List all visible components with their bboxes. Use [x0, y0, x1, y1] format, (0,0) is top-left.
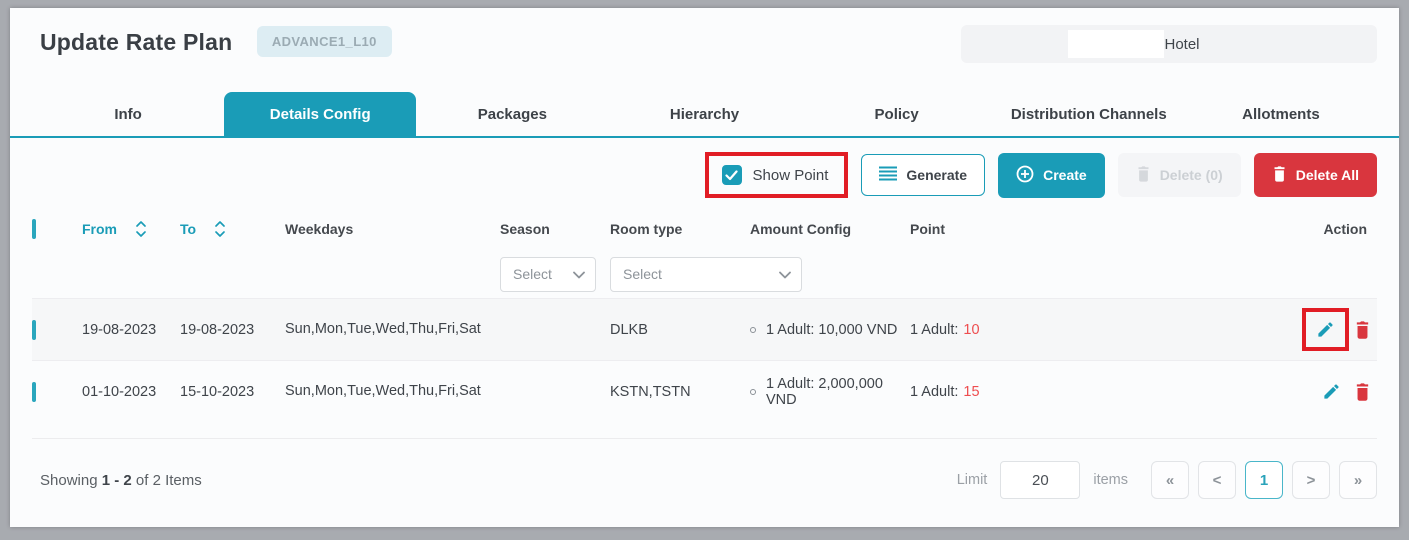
chevron-down-icon	[573, 266, 585, 282]
table-row: 19-08-2023 19-08-2023 Sun,Mon,Tue,Wed,Th…	[32, 298, 1377, 360]
page-header: Update Rate Plan ADVANCE1_L10 Hotel	[10, 8, 1399, 74]
from-date: 01-10-2023	[82, 384, 180, 400]
check-icon	[725, 170, 738, 181]
delete-row-button[interactable]	[1354, 382, 1371, 401]
pagination-controls: Limit items « < 1 > »	[957, 461, 1377, 499]
tab-policy[interactable]: Policy	[801, 92, 993, 136]
prev-page-button[interactable]: <	[1198, 461, 1236, 499]
to-date: 19-08-2023	[180, 322, 285, 338]
room-type-filter-placeholder: Select	[623, 266, 662, 282]
table-footer: Showing 1 - 2 of 2 Items Limit items « <…	[10, 439, 1399, 499]
pager: « < 1 > »	[1151, 461, 1377, 499]
delete-all-button[interactable]: Delete All	[1254, 153, 1377, 197]
room-type-filter-select[interactable]: Select	[610, 257, 802, 292]
limit-label: Limit	[957, 472, 988, 488]
chevron-down-icon	[779, 266, 791, 282]
show-point-checkbox[interactable]	[722, 165, 742, 185]
amount-config-value: 1 Adult: 10,000 VND	[750, 322, 910, 338]
sort-icon[interactable]	[214, 220, 226, 238]
season-filter-select[interactable]: Select	[500, 257, 596, 292]
tab-allotments[interactable]: Allotments	[1185, 92, 1377, 136]
edit-button[interactable]	[1316, 320, 1335, 339]
row-actions	[1100, 382, 1377, 401]
pencil-icon	[1322, 382, 1341, 401]
column-header-from[interactable]: From	[82, 220, 180, 238]
weekdays-value: Sun,Mon,Tue,Wed,Thu,Fri,Sat	[285, 381, 490, 402]
row-actions	[1100, 308, 1377, 351]
column-header-season: Season	[500, 221, 610, 237]
room-type-value: KSTN,TSTN	[610, 384, 750, 400]
hotel-name-redacted-block	[1068, 30, 1164, 58]
tab-bar: Info Details Config Packages Hierarchy P…	[10, 92, 1399, 138]
plus-circle-icon	[1016, 165, 1034, 186]
trash-icon	[1136, 165, 1151, 185]
point-label: 1 Adult:	[910, 384, 958, 400]
row-checkbox[interactable]	[32, 320, 36, 340]
items-label: items	[1093, 472, 1128, 488]
sort-icon[interactable]	[135, 220, 147, 238]
from-date: 19-08-2023	[82, 322, 180, 338]
pencil-icon	[1316, 320, 1335, 339]
create-button[interactable]: Create	[998, 153, 1105, 198]
list-lines-icon	[879, 166, 897, 184]
point-value-cell: 1 Adult: 10	[910, 322, 1100, 338]
bullet-icon	[750, 389, 756, 395]
tab-packages[interactable]: Packages	[416, 92, 608, 136]
show-point-label: Show Point	[753, 167, 829, 184]
column-header-weekdays: Weekdays	[285, 221, 500, 237]
trash-icon	[1354, 382, 1371, 401]
hotel-selector-content: Hotel	[1068, 30, 1199, 58]
first-page-button[interactable]: «	[1151, 461, 1189, 499]
tab-hierarchy[interactable]: Hierarchy	[608, 92, 800, 136]
tab-distribution-channels[interactable]: Distribution Channels	[993, 92, 1185, 136]
delete-row-button[interactable]	[1354, 320, 1371, 339]
point-value: 10	[963, 322, 979, 338]
create-label: Create	[1043, 167, 1087, 183]
season-filter-placeholder: Select	[513, 266, 552, 282]
table-header-row: From To Weekdays Season Room type Amount…	[32, 208, 1377, 250]
row-checkbox[interactable]	[32, 382, 36, 402]
rate-details-table: From To Weekdays Season Room type Amount…	[10, 208, 1399, 422]
column-header-action: Action	[1100, 221, 1377, 237]
generate-button[interactable]: Generate	[861, 154, 985, 196]
point-value: 15	[963, 384, 979, 400]
delete-all-label: Delete All	[1296, 167, 1359, 183]
delete-selected-label: Delete (0)	[1160, 167, 1223, 183]
amount-config-value: 1 Adult: 2,000,000 VND	[750, 376, 910, 408]
table-filter-row: Select Select	[32, 250, 1377, 298]
show-point-annotation-box: Show Point	[705, 152, 849, 198]
point-label: 1 Adult:	[910, 322, 958, 338]
trash-icon	[1354, 320, 1371, 339]
showing-summary: Showing 1 - 2 of 2 Items	[40, 472, 202, 489]
rate-plan-code-badge: ADVANCE1_L10	[257, 26, 392, 57]
column-header-point: Point	[910, 221, 1100, 237]
page-1-button[interactable]: 1	[1245, 461, 1283, 499]
delete-selected-button[interactable]: Delete (0)	[1118, 153, 1241, 197]
column-header-to[interactable]: To	[180, 220, 285, 238]
hotel-label: Hotel	[1164, 36, 1199, 53]
bullet-icon	[750, 327, 756, 333]
select-all-checkbox[interactable]	[32, 219, 36, 239]
toolbar: Show Point Generate Create Delete (0) De	[10, 138, 1399, 208]
page-title: Update Rate Plan	[40, 29, 232, 56]
column-header-amount-config: Amount Config	[750, 221, 910, 237]
weekdays-value: Sun,Mon,Tue,Wed,Thu,Fri,Sat	[285, 319, 490, 340]
trash-icon	[1272, 165, 1287, 185]
limit-input[interactable]	[1000, 461, 1080, 499]
showing-range: 1 - 2	[102, 472, 132, 489]
room-type-value: DLKB	[610, 322, 750, 338]
to-date: 15-10-2023	[180, 384, 285, 400]
point-value-cell: 1 Adult: 15	[910, 384, 1100, 400]
generate-label: Generate	[906, 167, 967, 183]
column-header-room-type: Room type	[610, 221, 750, 237]
rate-plan-card: Update Rate Plan ADVANCE1_L10 Hotel Info…	[10, 8, 1399, 527]
tab-details-config[interactable]: Details Config	[224, 92, 416, 136]
hotel-selector[interactable]: Hotel	[961, 25, 1377, 63]
last-page-button[interactable]: »	[1339, 461, 1377, 499]
tab-info[interactable]: Info	[32, 92, 224, 136]
edit-annotation-box	[1302, 308, 1349, 351]
table-row: 01-10-2023 15-10-2023 Sun,Mon,Tue,Wed,Th…	[32, 360, 1377, 422]
next-page-button[interactable]: >	[1292, 461, 1330, 499]
edit-button[interactable]	[1322, 382, 1341, 401]
